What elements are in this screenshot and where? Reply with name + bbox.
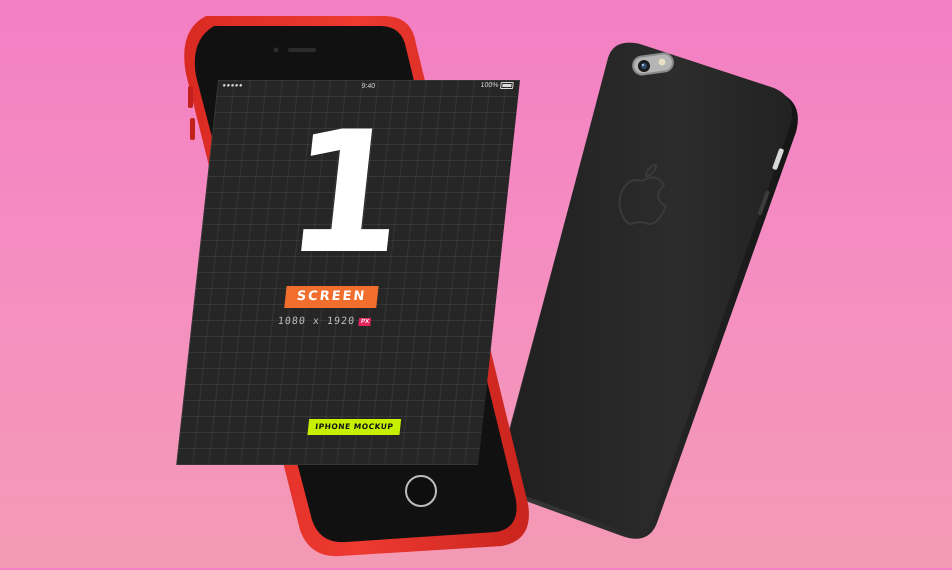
rear-camera-icon <box>632 52 674 76</box>
resolution-row: 1080 x 1920 PX <box>277 316 372 327</box>
battery-percent: 100% <box>480 82 499 89</box>
earpiece-speaker-icon <box>273 47 316 53</box>
mockup-scene: ●●●●● 9:40 100% 1 SCREEN 1080 x 1920 PX … <box>0 0 952 568</box>
resolution-text: 1080 x 1920 <box>277 316 356 327</box>
unit-badge: PX <box>358 317 372 326</box>
home-button-icon[interactable] <box>402 472 440 510</box>
mockup-label-badge: IPHONE MOCKUP <box>307 419 402 435</box>
battery-status: 100% <box>480 82 514 89</box>
screen-label-badge: SCREEN <box>284 286 379 308</box>
status-bar: ●●●●● 9:40 100% <box>216 80 520 94</box>
apple-logo-icon <box>618 164 668 226</box>
status-time: 9:40 <box>361 83 376 90</box>
phone-screen: ●●●●● 9:40 100% 1 SCREEN 1080 x 1920 PX … <box>176 80 521 465</box>
battery-icon <box>500 82 514 89</box>
flash-icon <box>658 58 666 66</box>
screen-number: 1 <box>277 95 416 291</box>
